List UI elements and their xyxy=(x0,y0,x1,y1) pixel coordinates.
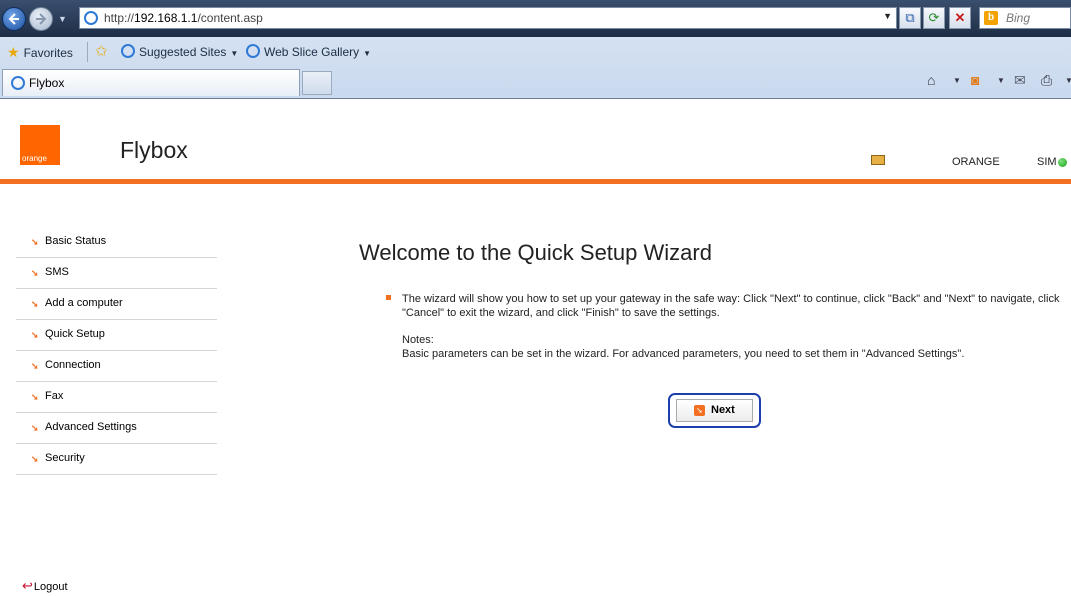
sidebar-item-label: SMS xyxy=(45,266,69,278)
browser-chrome: ▼ http://192.168.1.1/content.asp ▼ ⧉ ⟳ ✕… xyxy=(0,0,1071,99)
logout-label: Logout xyxy=(33,581,68,593)
sidebar-item-label: Fax xyxy=(45,390,64,402)
search-box[interactable]: b Bing xyxy=(979,7,1071,29)
url-path: /content.asp xyxy=(197,11,263,25)
home-icon[interactable]: ⌂ xyxy=(927,72,935,88)
sidebar-item-fax[interactable]: ➘ Fax xyxy=(16,382,217,413)
arrow-icon: ➘ xyxy=(31,268,39,278)
page-title: Welcome to the Quick Setup Wizard xyxy=(359,240,712,265)
sidebar-item-connection[interactable]: ➘ Connection xyxy=(16,351,217,382)
forward-arrow-icon xyxy=(36,13,47,25)
back-arrow-icon xyxy=(8,13,19,25)
favorites-label: Favorites xyxy=(23,46,73,60)
tab-flybox[interactable]: Flybox xyxy=(2,69,300,96)
bullet-icon xyxy=(386,295,391,300)
mail-icon[interactable]: ✉ xyxy=(1014,72,1026,89)
suggested-sites-button[interactable]: Suggested Sites ▼ xyxy=(121,44,238,59)
sidebar-item-add-a-computer[interactable]: ➘ Add a computer xyxy=(16,289,217,320)
next-button-label: Next xyxy=(711,404,735,416)
url-prefix: http:// xyxy=(104,11,135,25)
sidebar-item-label: Connection xyxy=(45,359,101,371)
address-row: ▼ http://192.168.1.1/content.asp ▼ ⧉ ⟳ ✕… xyxy=(0,0,1071,37)
compatibility-view-button[interactable]: ⧉ xyxy=(899,7,921,29)
sidebar-item-label: Quick Setup xyxy=(45,328,105,340)
refresh-button[interactable]: ⟳ xyxy=(923,7,945,29)
back-button[interactable] xyxy=(2,7,26,31)
next-arrow-icon: ➘ xyxy=(694,405,705,416)
sidebar-item-label: Add a computer xyxy=(45,297,123,309)
add-to-favorites-icon[interactable]: ✩ xyxy=(95,42,108,60)
intro-text: The wizard will show you how to set up y… xyxy=(402,293,1060,319)
arrow-icon: ➘ xyxy=(31,237,39,247)
next-button-focus-ring: ➘ Next xyxy=(668,393,761,428)
tab-row: Flybox ⌂ ▼ ◙ ▼ ✉ ⎙ ▼ xyxy=(0,67,1071,99)
divider xyxy=(87,42,88,62)
history-dropdown-icon[interactable]: ▼ xyxy=(58,14,67,24)
logout-icon: ↩ xyxy=(22,578,33,593)
sim-label: SIM xyxy=(1037,156,1057,168)
notes-label: Notes: xyxy=(402,334,434,346)
arrow-icon: ➘ xyxy=(31,392,39,402)
new-tab-button[interactable] xyxy=(302,71,332,95)
stop-button[interactable]: ✕ xyxy=(949,7,971,29)
logo-text: orange xyxy=(22,154,47,163)
operator-name: ORANGE xyxy=(952,156,1000,168)
web-slice-gallery-button[interactable]: Web Slice Gallery ▼ xyxy=(246,44,371,59)
search-placeholder: Bing xyxy=(1006,11,1031,25)
sidebar-item-quick-setup[interactable]: ➘ Quick Setup xyxy=(16,320,217,351)
forward-button[interactable] xyxy=(29,7,53,31)
sidebar-nav: ➘ Basic Status ➘ SMS ➘ Add a computer ➘ Quic… xyxy=(16,227,217,475)
favorites-bar: ★ Favorites ✩ Suggested Sites ▼ Web Slice … xyxy=(0,37,1071,67)
next-button[interactable]: ➘ Next xyxy=(676,399,753,422)
sidebar-item-advanced-settings[interactable]: ➘ Advanced Settings xyxy=(16,413,217,444)
address-dropdown-icon[interactable]: ▼ xyxy=(883,11,892,21)
print-icon[interactable]: ⎙ xyxy=(1041,72,1052,89)
chevron-down-icon: ▼ xyxy=(230,49,239,58)
ie-icon xyxy=(121,44,135,58)
sidebar-item-sms[interactable]: ➘ SMS xyxy=(16,258,217,289)
arrow-icon: ➘ xyxy=(31,361,39,371)
page-icon xyxy=(11,76,25,90)
page-content: orange Flybox ORANGE SIM ➘ Basic Status ➘… xyxy=(0,99,1071,596)
address-bar[interactable]: http://192.168.1.1/content.asp ▼ xyxy=(79,7,897,29)
star-icon: ★ xyxy=(7,44,20,60)
feeds-dropdown-icon[interactable]: ▼ xyxy=(997,76,1005,85)
page-icon xyxy=(84,11,98,25)
arrow-icon: ➘ xyxy=(31,423,39,433)
print-dropdown-icon[interactable]: ▼ xyxy=(1065,76,1071,85)
chevron-down-icon: ▼ xyxy=(363,49,372,58)
url-host: 192.168.1.1 xyxy=(134,11,198,25)
sidebar-item-label: Basic Status xyxy=(45,235,107,247)
arrow-icon: ➘ xyxy=(31,454,39,464)
sim-status-icon xyxy=(1058,158,1067,167)
tab-title: Flybox xyxy=(29,76,65,90)
favorites-button[interactable]: ★ Favorites xyxy=(7,44,73,61)
home-dropdown-icon[interactable]: ▼ xyxy=(953,76,961,85)
suggested-sites-label: Suggested Sites xyxy=(139,45,227,59)
logout-link[interactable]: ↩Logout xyxy=(22,578,68,594)
sidebar-item-security[interactable]: ➘ Security xyxy=(16,444,217,475)
header-divider xyxy=(0,179,1071,184)
ie-icon xyxy=(246,44,260,58)
sidebar-item-label: Advanced Settings xyxy=(45,421,137,433)
sidebar-item-label: Security xyxy=(45,452,85,464)
web-slice-gallery-label: Web Slice Gallery xyxy=(264,45,360,59)
address-url[interactable]: http://192.168.1.1/content.asp xyxy=(104,11,263,25)
orange-logo: orange xyxy=(20,125,60,165)
notes-text: Basic parameters can be set in the wizar… xyxy=(402,348,965,360)
sidebar-item-basic-status[interactable]: ➘ Basic Status xyxy=(16,227,217,258)
arrow-icon: ➘ xyxy=(31,299,39,309)
arrow-icon: ➘ xyxy=(31,330,39,340)
bing-icon: b xyxy=(984,11,998,25)
product-name: Flybox xyxy=(120,137,188,163)
envelope-icon[interactable] xyxy=(871,155,885,165)
feeds-icon[interactable]: ◙ xyxy=(971,72,979,88)
